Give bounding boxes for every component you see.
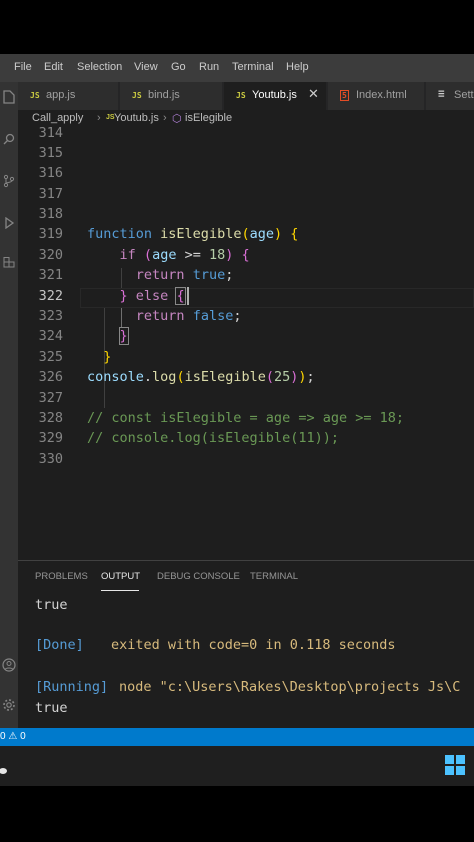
output-done-text: exited with code=0 in 0.118 seconds <box>111 637 396 653</box>
line-number: 324 <box>38 328 63 344</box>
code-text: function isElegible(age) { <box>87 226 299 242</box>
code-line: 323 return false; <box>18 306 474 326</box>
output-running-command: node "c:\Users\Rakes\Desktop\projects Js… <box>119 679 461 695</box>
line-number: 328 <box>38 410 63 426</box>
tab-index-html[interactable]: 5 Index.html <box>328 82 425 110</box>
warning-icon: ⚠ <box>8 731 18 742</box>
windows-start-icon[interactable] <box>445 755 465 775</box>
line-number: 319 <box>38 226 63 242</box>
code-line: 328 // const isElegible = age => age >= … <box>18 408 474 428</box>
menu-help[interactable]: Help <box>286 61 309 73</box>
panel-tab-debug-console[interactable]: DEBUG CONSOLE <box>157 571 240 582</box>
line-number: 323 <box>38 308 63 324</box>
js-file-icon: JS <box>30 91 40 100</box>
text-cursor <box>187 287 189 305</box>
code-text: return false; <box>135 308 242 324</box>
panel-tab-output[interactable]: OUTPUT <box>101 571 140 582</box>
code-line: 324 } <box>18 326 474 346</box>
code-line: 326 console.log(isElegible(25)); <box>18 367 474 387</box>
menu-go[interactable]: Go <box>171 61 186 73</box>
tab-label: bind.js <box>148 89 180 101</box>
settings-gear-icon[interactable] <box>0 698 18 716</box>
menu-run[interactable]: Run <box>199 61 219 73</box>
explorer-icon[interactable] <box>0 90 18 108</box>
windows-taskbar <box>0 746 474 786</box>
line-number: 330 <box>38 451 63 467</box>
menu-terminal[interactable]: Terminal <box>232 61 274 73</box>
tab-label: Youtub.js <box>252 89 297 101</box>
menu-view[interactable]: View <box>134 61 158 73</box>
menu-bar: File Edit Selection View Go Run Terminal… <box>0 54 474 82</box>
error-count: 0 <box>0 731 6 742</box>
output-line: true <box>35 597 68 613</box>
panel-tab-terminal[interactable]: TERMINAL <box>250 571 298 582</box>
code-text: } else { <box>119 287 186 305</box>
code-line: 325 } <box>18 347 474 367</box>
line-number: 320 <box>38 247 63 263</box>
code-line-current: 322 } else { <box>18 286 474 306</box>
code-text: if (age >= 18) { <box>119 247 250 263</box>
code-editor[interactable]: 314 315 316 317 318 319 function isElegi… <box>18 125 474 560</box>
code-comment: // console.log(isElegible(11)); <box>87 430 339 446</box>
tab-settings[interactable]: ≡ Sett <box>426 82 474 110</box>
problems-status[interactable]: 0 ⚠ 0 <box>0 731 26 742</box>
code-line: 319 function isElegible(age) { <box>18 224 474 244</box>
js-file-icon: JS <box>236 91 246 100</box>
output-panel: PROBLEMS OUTPUT DEBUG CONSOLE TERMINAL t… <box>18 560 474 727</box>
line-number: 322 <box>38 288 63 304</box>
code-text: console.log(isElegible(25)); <box>87 369 315 385</box>
line-number: 326 <box>38 369 63 385</box>
line-number: 318 <box>38 206 63 222</box>
line-number: 315 <box>38 145 63 161</box>
tab-youtub-js[interactable]: JS Youtub.js ✕ <box>224 82 327 110</box>
code-comment: // const isElegible = age => age >= 18; <box>87 410 404 426</box>
output-done-tag: [Done] <box>35 637 84 653</box>
settings-file-icon: ≡ <box>438 87 445 100</box>
vscode-window: File Edit Selection View Go Run Terminal… <box>0 54 474 786</box>
tab-label: Sett <box>454 89 474 101</box>
line-number: 327 <box>38 390 63 406</box>
weather-icon[interactable] <box>0 760 8 774</box>
menu-file[interactable]: File <box>14 61 32 73</box>
editor-tab-bar: JS app.js JS bind.js JS Youtub.js ✕ 5 In… <box>18 82 474 110</box>
warning-count: 0 <box>20 731 26 742</box>
close-tab-icon[interactable]: ✕ <box>308 87 319 102</box>
code-text: return true; <box>135 267 234 283</box>
panel-tab-problems[interactable]: PROBLEMS <box>35 571 88 582</box>
run-debug-icon[interactable] <box>0 216 18 234</box>
active-tab-indicator <box>101 590 139 591</box>
account-icon[interactable] <box>0 658 18 676</box>
search-icon[interactable] <box>0 132 18 150</box>
line-number: 317 <box>38 186 63 202</box>
code-text: } <box>103 349 112 365</box>
code-line: 321 return true; <box>18 265 474 285</box>
code-text: } <box>118 327 129 345</box>
html-file-icon: 5 <box>340 90 349 101</box>
activity-bar <box>0 82 18 730</box>
line-number: 321 <box>38 267 63 283</box>
extensions-icon[interactable] <box>0 256 18 274</box>
tab-label: app.js <box>46 89 76 101</box>
status-bar: 0 ⚠ 0 <box>0 728 474 746</box>
code-line: 329 // console.log(isElegible(11)); <box>18 428 474 448</box>
line-number: 316 <box>38 165 63 181</box>
tab-app-js[interactable]: JS app.js <box>18 82 119 110</box>
menu-selection[interactable]: Selection <box>77 61 122 73</box>
output-running-tag: [Running] <box>35 679 109 695</box>
line-number: 325 <box>38 349 63 365</box>
line-number: 329 <box>38 430 63 446</box>
tab-label: Index.html <box>356 89 407 101</box>
menu-edit[interactable]: Edit <box>44 61 63 73</box>
source-control-icon[interactable] <box>0 174 18 192</box>
code-line: 320 if (age >= 18) { <box>18 245 474 265</box>
line-number: 314 <box>38 125 63 141</box>
tab-bind-js[interactable]: JS bind.js <box>120 82 223 110</box>
js-file-icon: JS <box>132 91 142 100</box>
output-line: true <box>35 700 68 716</box>
